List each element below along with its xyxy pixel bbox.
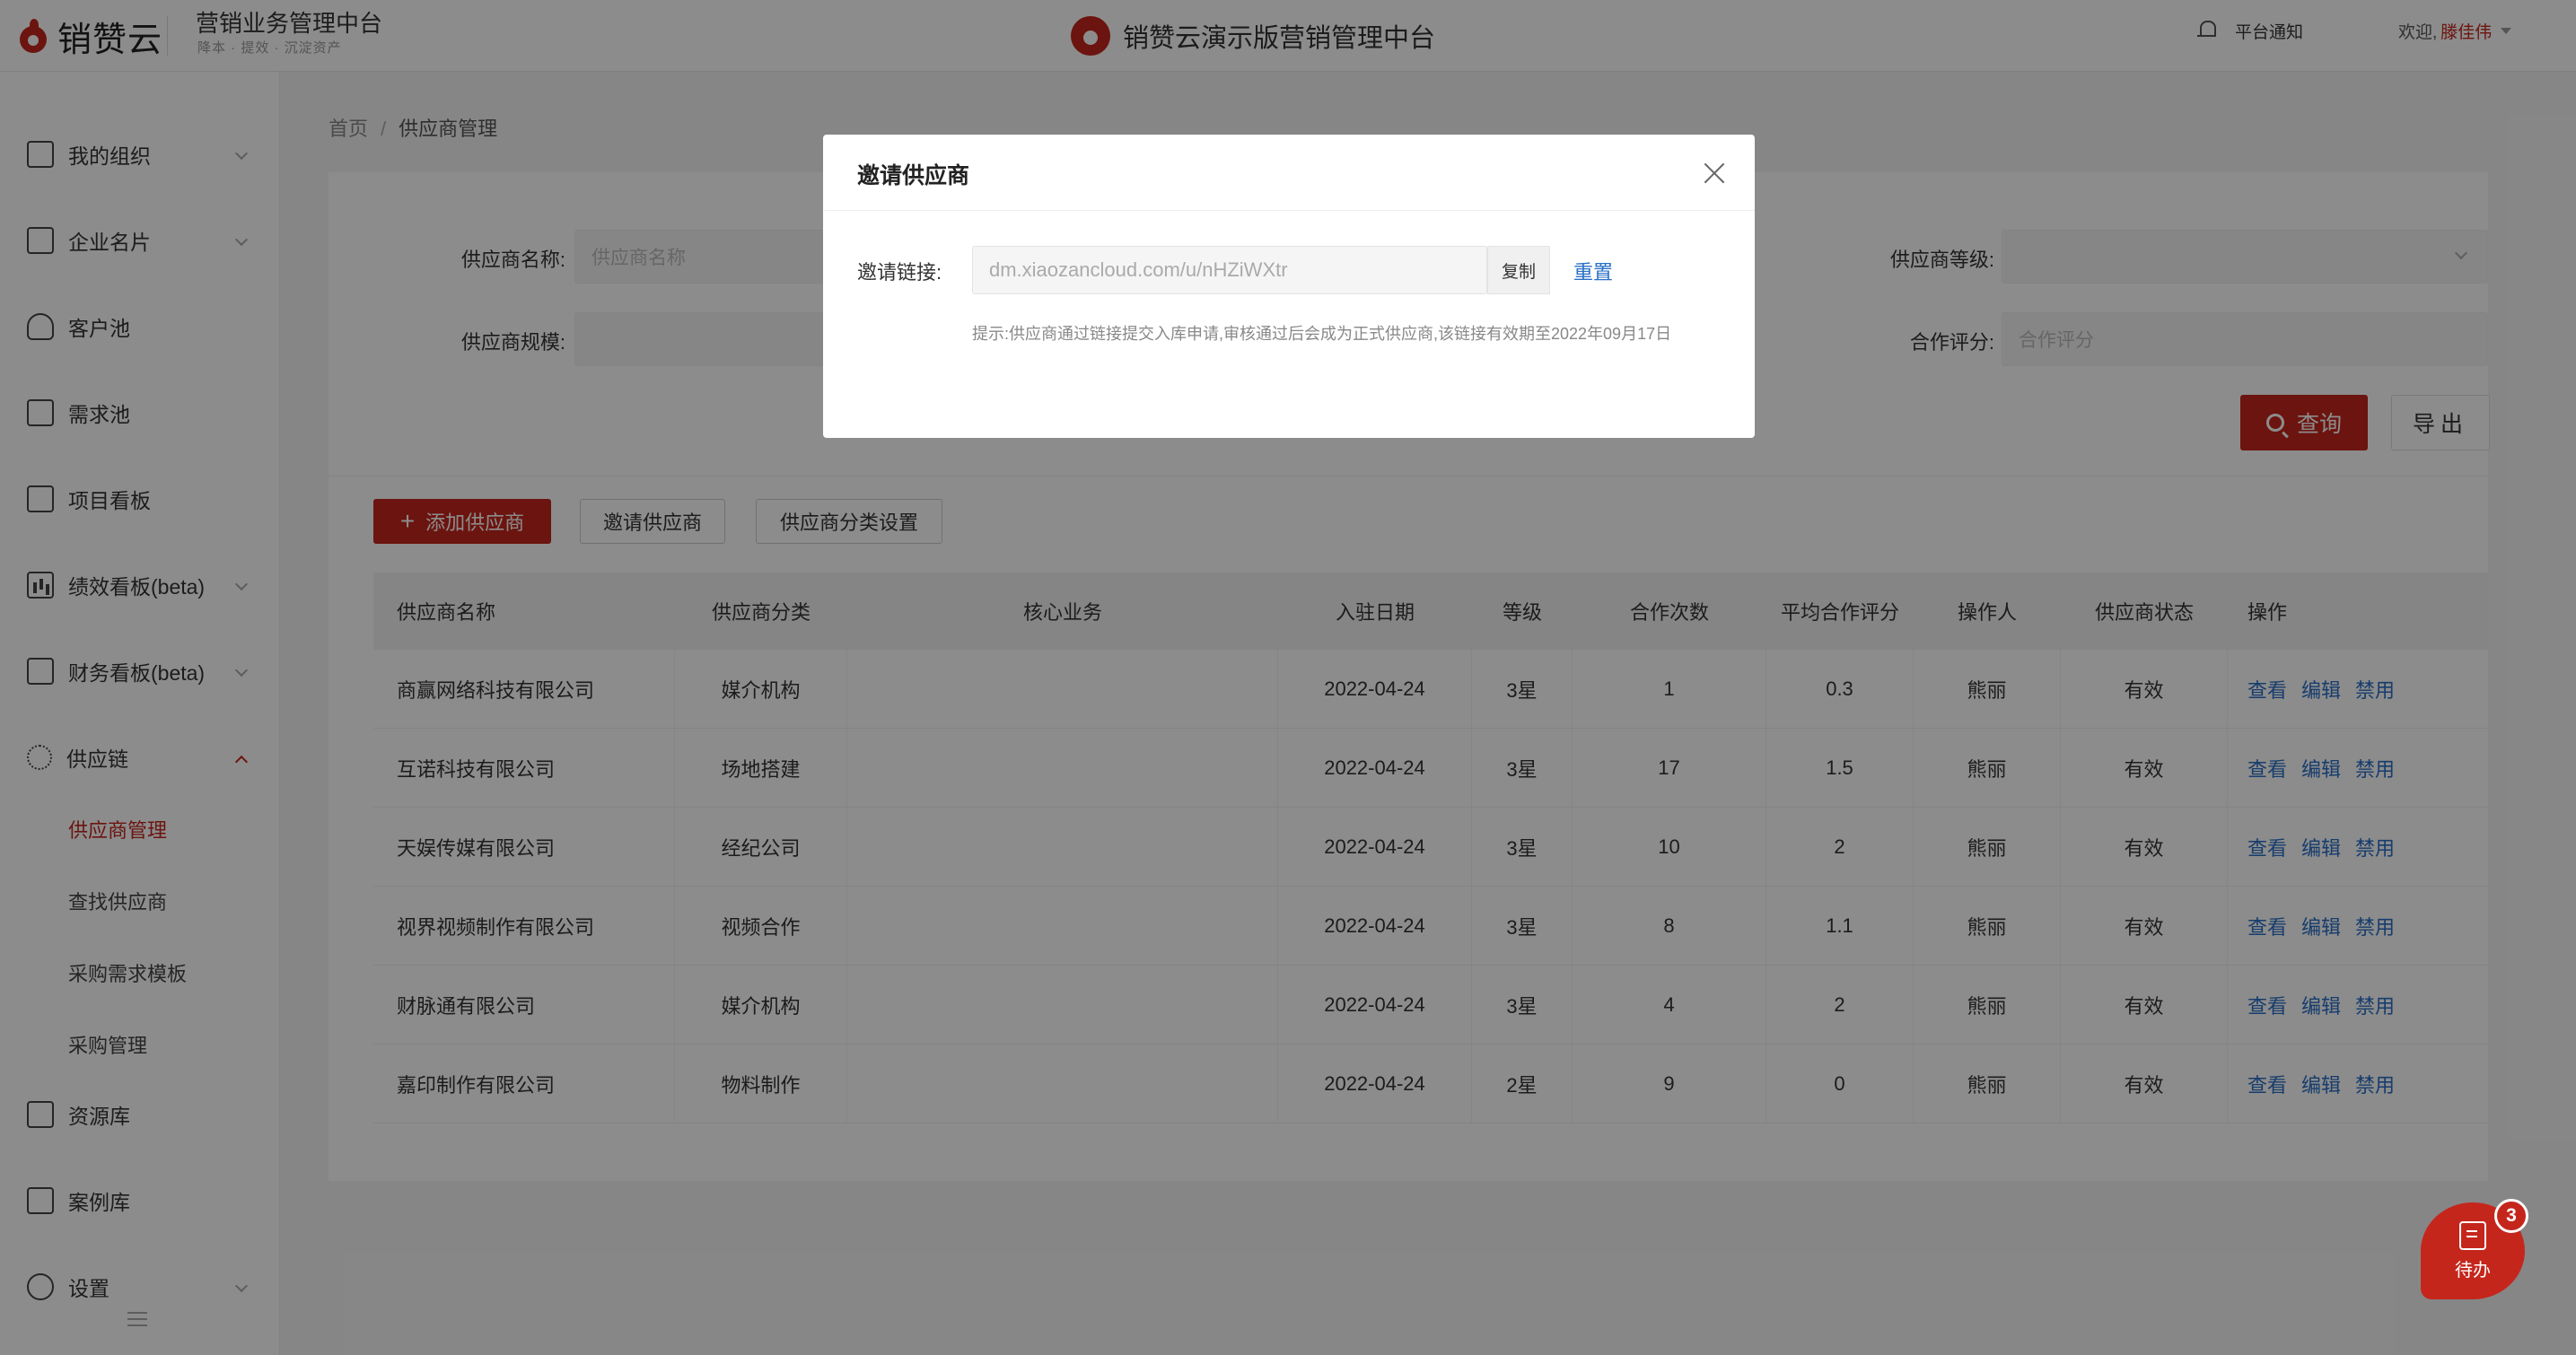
todo-float-button[interactable]: 待办 3 [2421, 1199, 2528, 1299]
modal-title: 邀请供应商 [857, 163, 970, 188]
todo-icon [2459, 1220, 2486, 1250]
invite-link-input[interactable]: dm.xiaozancloud.com/u/nHZiWXtr [972, 246, 1487, 294]
modal-divider [823, 210, 1755, 211]
invite-link-label: 邀请链接: [857, 261, 942, 284]
reset-link[interactable]: 重置 [1573, 257, 1613, 285]
copy-button[interactable]: 复制 [1487, 246, 1550, 294]
invite-supplier-modal: 邀请供应商 邀请链接: dm.xiaozancloud.com/u/nHZiWX… [823, 135, 1755, 438]
todo-badge: 3 [2494, 1199, 2528, 1233]
invite-tip: 提示:供应商通过链接提交入库申请,审核通过后会成为正式供应商,该链接有效期至20… [972, 325, 1672, 343]
todo-label: 待办 [2455, 1260, 2491, 1281]
close-icon[interactable] [1703, 162, 1726, 185]
